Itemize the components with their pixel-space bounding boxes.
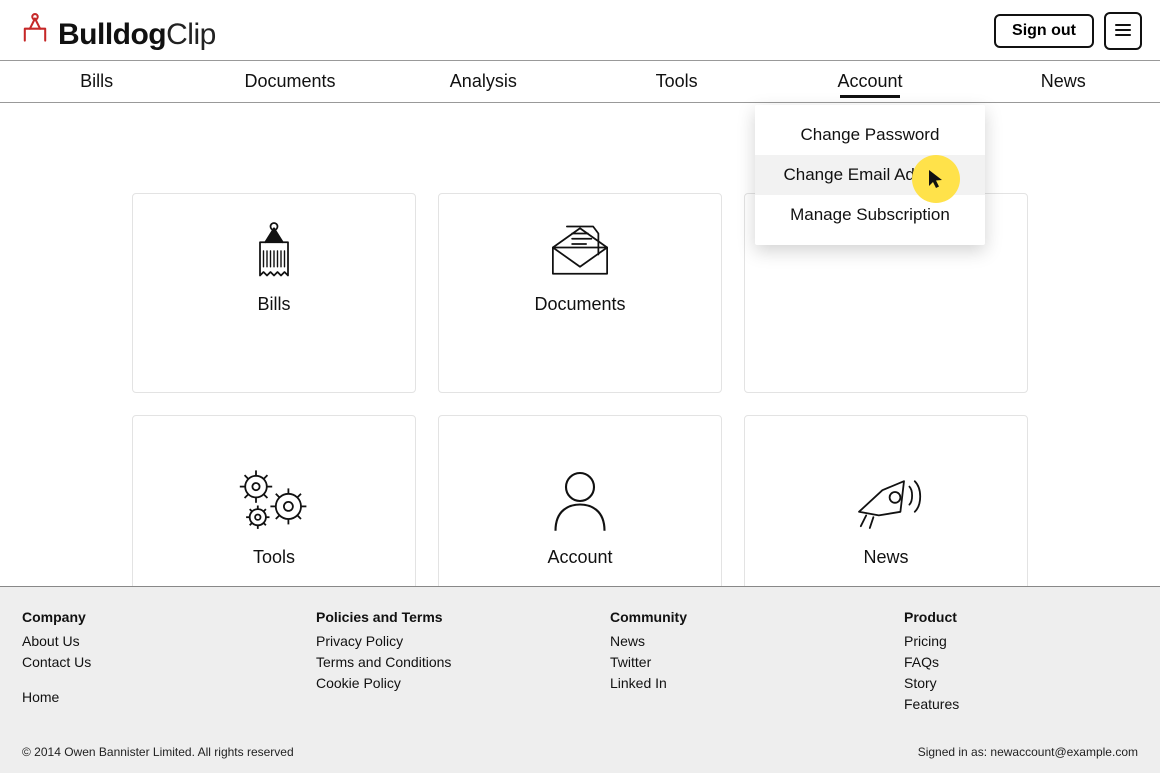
nav-documents[interactable]: Documents (193, 61, 386, 102)
navbar: Bills Documents Analysis Tools Account C… (0, 60, 1160, 103)
nav-label: News (1041, 71, 1086, 91)
footer-link-linkedin[interactable]: Linked In (610, 673, 844, 694)
nav-label: Account (837, 71, 902, 91)
sign-out-button[interactable]: Sign out (994, 14, 1094, 48)
nav-bills[interactable]: Bills (0, 61, 193, 102)
topbar: BulldogClip Sign out (0, 0, 1160, 60)
nav-account[interactable]: Account Change Password Change Email Add… (773, 61, 966, 102)
dropdown-change-password[interactable]: Change Password (755, 115, 985, 155)
footer-link-features[interactable]: Features (904, 694, 1138, 715)
card-label: Account (547, 547, 612, 568)
footer-col-company: Company About Us Contact Us Home (22, 609, 256, 715)
footer-link-home[interactable]: Home (22, 687, 256, 708)
logo[interactable]: BulldogClip (18, 10, 216, 52)
footer-col-community: Community News Twitter Linked In (610, 609, 844, 715)
card-label: News (863, 547, 908, 568)
menu-button[interactable] (1104, 12, 1142, 50)
logo-clip-icon (18, 10, 52, 44)
footer-heading: Product (904, 609, 1138, 625)
nav-label: Tools (656, 71, 698, 91)
cursor-icon (926, 168, 946, 190)
footer-heading: Company (22, 609, 256, 625)
footer-link-faqs[interactable]: FAQs (904, 652, 1138, 673)
card-bills[interactable]: Bills (132, 193, 416, 393)
card-label: Tools (253, 547, 295, 568)
footer-heading: Policies and Terms (316, 609, 550, 625)
footer-link-terms[interactable]: Terms and Conditions (316, 652, 550, 673)
footer-link-twitter[interactable]: Twitter (610, 652, 844, 673)
gears-icon (229, 463, 319, 539)
cursor-highlight (912, 155, 960, 203)
footer-col-policies: Policies and Terms Privacy Policy Terms … (316, 609, 550, 715)
logo-text: BulldogClip (58, 18, 216, 52)
card-documents[interactable]: Documents (438, 193, 722, 393)
footer-link-story[interactable]: Story (904, 673, 1138, 694)
footer-heading: Community (610, 609, 844, 625)
card-account[interactable]: Account (438, 415, 722, 615)
dropdown-manage-subscription[interactable]: Manage Subscription (755, 195, 985, 235)
nav-news[interactable]: News (967, 61, 1160, 102)
envelope-document-icon (540, 216, 620, 286)
footer-link-news[interactable]: News (610, 631, 844, 652)
nav-label: Documents (244, 71, 335, 91)
top-actions: Sign out (994, 12, 1142, 50)
footer-link-cookie[interactable]: Cookie Policy (316, 673, 550, 694)
person-icon (545, 463, 615, 539)
footer-link-about[interactable]: About Us (22, 631, 256, 652)
nav-active-underline (840, 95, 900, 98)
signed-in-text: Signed in as: newaccount@example.com (918, 745, 1138, 759)
footer-link-privacy[interactable]: Privacy Policy (316, 631, 550, 652)
card-label: Bills (257, 294, 290, 315)
menu-icon (1114, 23, 1132, 40)
card-news[interactable]: News (744, 415, 1028, 615)
footer-col-product: Product Pricing FAQs Story Features (904, 609, 1138, 715)
copyright-text: © 2014 Owen Bannister Limited. All right… (22, 745, 294, 759)
footer-link-contact[interactable]: Contact Us (22, 652, 256, 673)
receipt-icon (239, 216, 309, 286)
card-tools[interactable]: Tools (132, 415, 416, 615)
nav-label: Bills (80, 71, 113, 91)
card-label: Documents (534, 294, 625, 315)
megaphone-icon (841, 463, 931, 539)
nav-analysis[interactable]: Analysis (387, 61, 580, 102)
footer-link-pricing[interactable]: Pricing (904, 631, 1138, 652)
nav-label: Analysis (450, 71, 517, 91)
footer: Company About Us Contact Us Home Policie… (0, 586, 1160, 773)
nav-tools[interactable]: Tools (580, 61, 773, 102)
